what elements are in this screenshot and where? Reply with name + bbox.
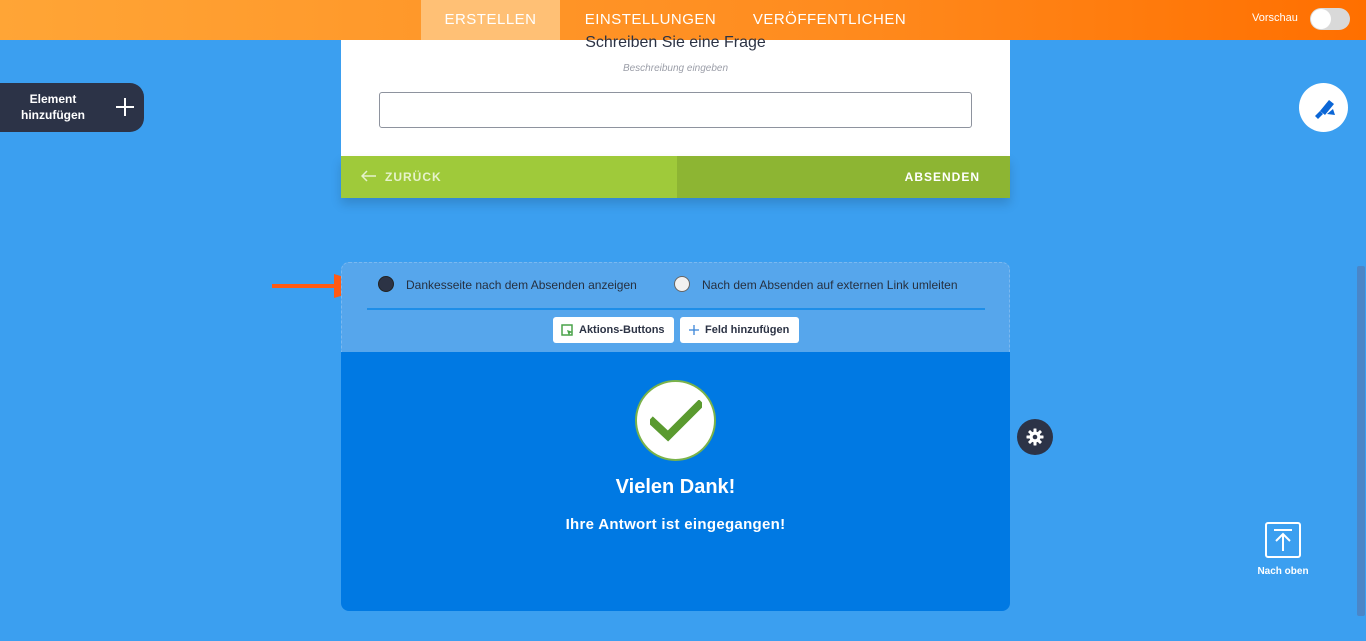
scrollbar-thumb[interactable] [1357, 266, 1365, 616]
question-card: Schreiben Sie eine Frage Beschreibung ei… [341, 34, 1010, 156]
back-label: ZURÜCK [385, 170, 442, 184]
thank-you-title[interactable]: Vielen Dank! [341, 476, 1010, 499]
scroll-to-top-button[interactable] [1265, 522, 1301, 558]
radio-show-thank-you-page[interactable] [378, 276, 394, 292]
gear-icon [1026, 428, 1044, 446]
action-buttons-icon [561, 324, 573, 336]
action-buttons-button[interactable]: Aktions-Buttons [553, 317, 674, 343]
thank-you-page-preview[interactable]: Vielen Dank! Ihre Antwort ist eingegange… [341, 352, 1010, 611]
radio-label-show-page[interactable]: Dankesseite nach dem Absenden anzeigen [406, 278, 637, 292]
plus-icon [116, 98, 134, 116]
add-field-button[interactable]: Feld hinzufügen [680, 317, 799, 343]
arrow-left-icon [361, 170, 376, 182]
preview-label: Vorschau [1252, 12, 1298, 24]
submit-label: ABSENDEN [904, 170, 980, 184]
plus-icon [689, 325, 699, 335]
form-navigation: ZURÜCK ABSENDEN [341, 156, 1010, 198]
answer-input[interactable] [379, 92, 972, 128]
thank-you-settings: Dankesseite nach dem Absenden anzeigen N… [341, 262, 1010, 352]
paint-roller-icon [1315, 100, 1335, 119]
preview-toggle[interactable] [1310, 8, 1350, 30]
submit-button[interactable]: ABSENDEN [677, 156, 1010, 198]
toggle-knob [1311, 9, 1331, 29]
question-title[interactable]: Schreiben Sie eine Frage [341, 34, 1010, 52]
thank-you-settings-button[interactable] [1017, 419, 1053, 455]
question-description[interactable]: Beschreibung eingeben [341, 63, 1010, 74]
add-element-label: Element hinzufügen [21, 92, 85, 122]
thank-you-subtitle[interactable]: Ihre Antwort ist eingegangen! [341, 516, 1010, 533]
scroll-to-top-label[interactable]: Nach oben [1240, 566, 1326, 577]
add-field-label: Feld hinzufügen [705, 324, 790, 336]
back-button[interactable]: ZURÜCK [341, 156, 677, 198]
form-designer-button[interactable] [1299, 83, 1348, 132]
radio-redirect-external[interactable] [674, 276, 690, 292]
radio-label-redirect[interactable]: Nach dem Absenden auf externen Link umle… [702, 278, 958, 292]
add-element-button[interactable]: Element hinzufügen [0, 83, 144, 132]
action-buttons-label: Aktions-Buttons [579, 324, 665, 336]
checkmark-icon [650, 400, 702, 442]
settings-divider [367, 308, 985, 310]
arrow-up-icon [1274, 529, 1292, 551]
success-badge [635, 380, 716, 461]
